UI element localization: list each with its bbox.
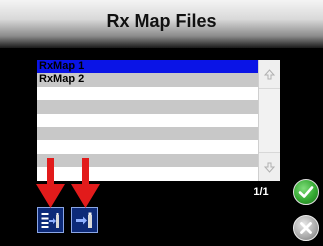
import-list-button[interactable] [37,207,64,233]
list-item[interactable] [37,126,258,141]
title-bar: Rx Map Files [0,0,323,48]
cancel-button[interactable] [293,215,319,241]
arrow-down-icon [264,162,275,173]
red-arrow-annotation [71,158,100,208]
list-item[interactable] [37,140,258,154]
arrow-up-icon [264,68,275,79]
list-item[interactable] [37,86,258,101]
import-file-button[interactable] [71,207,98,233]
page-title: Rx Map Files [106,10,217,31]
scroll-down-button[interactable] [259,152,280,181]
x-icon [300,222,312,234]
list-item[interactable] [37,100,258,114]
red-arrow-annotation [36,158,65,208]
import-list-icon [41,213,59,228]
page-indicator: 1/1 [253,186,269,198]
rx-map-files-screen: Rx Map Files RxMap 1 RxMap 2 1/1 [0,0,323,246]
import-file-icon [76,212,92,228]
list-item[interactable]: RxMap 2 [37,73,258,87]
list-scrollbar[interactable] [258,60,280,181]
list-item[interactable] [37,113,258,127]
accept-button[interactable] [293,179,319,205]
scroll-up-button[interactable] [259,60,280,89]
checkmark-icon [298,186,314,198]
list-item[interactable]: RxMap 1 [37,60,258,74]
